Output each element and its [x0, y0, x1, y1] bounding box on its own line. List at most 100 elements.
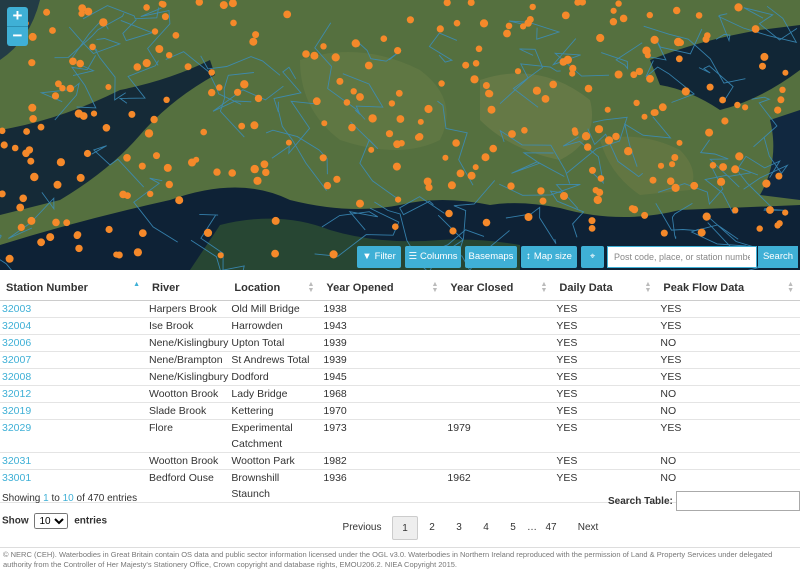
station-marker[interactable] [115, 251, 123, 259]
station-marker[interactable] [320, 43, 327, 50]
station-marker[interactable] [219, 1, 228, 10]
station-marker[interactable] [55, 80, 62, 88]
station-marker[interactable] [756, 225, 763, 232]
basemaps-button[interactable]: Basemaps [465, 246, 517, 268]
station-marker[interactable] [475, 45, 483, 53]
col-station-number[interactable]: Station Number ▲ [0, 276, 146, 301]
station-number-link[interactable]: 32007 [2, 354, 31, 366]
station-marker[interactable] [641, 113, 648, 120]
station-marker[interactable] [436, 25, 444, 33]
station-marker[interactable] [628, 205, 636, 212]
station-marker[interactable] [43, 8, 51, 16]
station-marker[interactable] [37, 123, 45, 131]
station-marker[interactable] [175, 196, 184, 205]
station-number-link[interactable]: 32004 [2, 320, 31, 332]
station-marker[interactable] [589, 166, 596, 174]
station-marker[interactable] [208, 69, 215, 76]
station-marker[interactable] [669, 161, 676, 168]
station-number-link[interactable]: 32029 [2, 422, 31, 434]
station-marker[interactable] [76, 59, 84, 68]
station-marker[interactable] [514, 68, 522, 75]
station-marker[interactable] [646, 74, 654, 83]
station-marker[interactable] [445, 209, 453, 218]
col-location[interactable]: Location ▲ ▼ [228, 276, 321, 301]
station-marker[interactable] [658, 103, 667, 112]
station-marker[interactable] [395, 89, 403, 97]
station-marker[interactable] [697, 228, 706, 237]
station-marker[interactable] [774, 106, 782, 114]
station-marker[interactable] [442, 154, 449, 161]
station-marker[interactable] [163, 163, 172, 172]
col-river[interactable]: River [146, 276, 229, 301]
station-marker[interactable] [695, 12, 703, 19]
station-marker[interactable] [5, 254, 14, 263]
station-marker[interactable] [90, 110, 98, 117]
satellite-basemap[interactable] [0, 0, 800, 270]
station-marker[interactable] [481, 153, 490, 162]
station-number-link[interactable]: 32006 [2, 337, 31, 349]
station-marker[interactable] [674, 37, 683, 47]
station-number-link[interactable]: 32019 [2, 405, 31, 417]
station-marker[interactable] [249, 37, 258, 46]
station-marker[interactable] [144, 129, 154, 138]
station-marker[interactable] [472, 60, 480, 67]
table-row[interactable]: 32008 Nene/Kislingbury Dodford 1945 YES YES [0, 368, 800, 386]
station-marker[interactable] [78, 10, 85, 17]
station-marker[interactable] [614, 70, 623, 79]
station-marker[interactable] [485, 89, 493, 98]
station-marker[interactable] [228, 169, 236, 177]
pagination-page-5[interactable]: 5 [501, 516, 525, 540]
station-marker[interactable] [28, 32, 37, 41]
station-marker[interactable] [89, 43, 96, 51]
map-view[interactable]: + − ▼ Filter ☰ Columns Basemaps ↕ Map size … [0, 0, 800, 270]
station-marker[interactable] [23, 128, 30, 135]
station-marker[interactable] [539, 197, 547, 205]
station-marker[interactable] [619, 14, 628, 23]
station-marker[interactable] [323, 181, 332, 190]
station-marker[interactable] [572, 129, 579, 136]
station-marker[interactable] [356, 199, 364, 208]
location-search-input[interactable] [607, 246, 757, 268]
station-marker[interactable] [782, 69, 789, 76]
station-marker[interactable] [105, 225, 113, 234]
table-row[interactable]: 32012 Wootton Brook Lady Bridge 1968 YES NO [0, 385, 800, 403]
station-marker[interactable] [705, 128, 714, 137]
station-marker[interactable] [503, 29, 511, 38]
station-marker[interactable] [253, 176, 262, 185]
station-marker[interactable] [734, 3, 743, 12]
station-marker[interactable] [133, 248, 142, 257]
station-marker[interactable] [271, 216, 280, 225]
station-marker[interactable] [735, 152, 744, 161]
station-marker[interactable] [66, 84, 75, 93]
station-marker[interactable] [424, 104, 433, 114]
station-marker[interactable] [449, 227, 457, 235]
pagination-page-3[interactable]: 3 [447, 516, 471, 540]
station-marker[interactable] [333, 175, 341, 183]
station-marker[interactable] [27, 216, 36, 225]
station-marker[interactable] [462, 61, 470, 69]
station-marker[interactable] [200, 128, 207, 136]
table-row[interactable]: 32003 Harpers Brook Old Mill Bridge 1938 YES… [0, 300, 800, 318]
station-marker[interactable] [271, 249, 279, 258]
station-marker[interactable] [417, 118, 424, 125]
station-marker[interactable] [706, 83, 714, 91]
station-marker[interactable] [650, 35, 659, 45]
station-marker[interactable] [230, 19, 237, 27]
station-marker[interactable] [143, 4, 150, 11]
station-marker[interactable] [150, 115, 158, 124]
station-marker[interactable] [560, 192, 568, 200]
station-marker[interactable] [28, 103, 37, 112]
station-marker[interactable] [172, 32, 180, 39]
station-marker[interactable] [166, 52, 173, 59]
station-marker[interactable] [188, 158, 196, 167]
station-marker[interactable] [612, 132, 620, 141]
station-marker[interactable] [731, 165, 740, 174]
station-marker[interactable] [561, 11, 570, 20]
station-marker[interactable] [681, 87, 690, 96]
station-marker[interactable] [25, 146, 34, 154]
zoom-out-button[interactable]: − [7, 27, 28, 46]
station-marker[interactable] [213, 168, 221, 176]
station-marker[interactable] [53, 180, 62, 189]
station-marker[interactable] [526, 16, 534, 23]
station-marker[interactable] [760, 52, 769, 61]
